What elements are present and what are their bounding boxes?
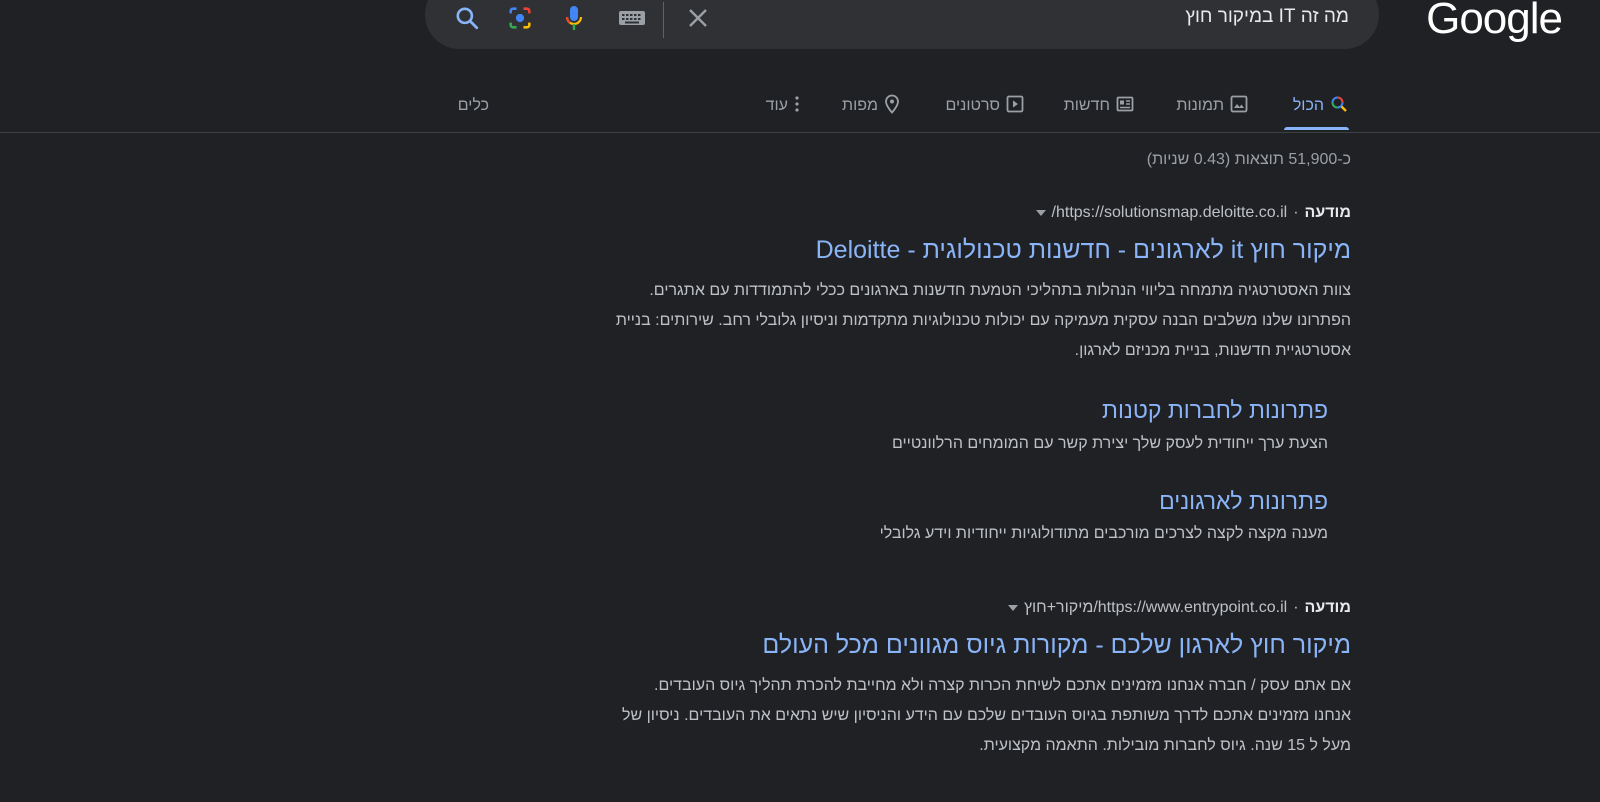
snippet-line: הפתרונו שלנו משלבים הבנה עסקית מעמיקה עם… [615,312,1351,329]
sitelink-2-snippet: מענה מקצה לקצה לצרכים מורכבים מתודולוגיו… [879,525,1328,542]
chevron-down-icon[interactable] [1035,210,1046,216]
result-1-breadcrumb: מודעה · https://solutionsmap.deloitte.co… [1035,204,1351,222]
tab-images[interactable]: תמונות [1176,90,1248,122]
snippet-line: מעל ל 15 שנה. גיוס לחברות מובילות. התאמה… [979,737,1351,754]
search-icon [1330,95,1348,118]
close-icon[interactable] [684,4,712,32]
search-icon[interactable] [453,4,481,32]
search-input[interactable]: מה זה IT במיקור חוץ [1185,6,1349,28]
chevron-down-icon[interactable] [1007,605,1018,611]
tab-label: סרטונים [945,97,1000,114]
snippet-line: אנחנו מזמינים אתכם לדרך משותפת בגיוס העו… [622,707,1351,724]
tab-label: תמונות [1176,97,1224,114]
snippet-line: צוות האסטרטגיה מתמחה בליווי הנהלות בתהלי… [649,282,1351,299]
separator: · [1293,599,1299,616]
snippet-line: אם אתם עסק / חברה אנחנו מזמינים אתכם לשי… [654,677,1351,694]
lens-icon[interactable] [506,4,534,32]
tab-label: הכול [1292,97,1324,114]
google-logo[interactable]: Google [1426,0,1563,44]
search-divider [663,2,664,38]
tab-more[interactable]: עוד [766,90,800,122]
sitelink-1-snippet: הצעת ערך ייחודית לעסק שלך יצירת קשר עם ה… [891,435,1328,452]
tab-label: כלים [457,97,489,114]
tab-label: חדשות [1063,97,1110,114]
result-1-snippet: צוות האסטרטגיה מתמחה בליווי הנהלות בתהלי… [501,276,1351,366]
result-2-title[interactable]: מיקור חוץ לארגון שלכם - מקורות גיוס מגוו… [762,631,1351,660]
ad-label: מודעה [1304,599,1351,616]
tabs-divider [0,132,1600,133]
result-2-breadcrumb: מודעה · https://www.entrypoint.co.il/מיק… [1007,599,1351,617]
news-icon [1116,95,1134,118]
more-vert-icon [794,95,800,118]
active-tab-indicator [1284,127,1349,130]
sitelink-1-title[interactable]: פתרונות לחברות קטנות [1102,397,1328,424]
video-icon [1006,95,1024,118]
result-2-snippet: אם אתם עסק / חברה אנחנו מזמינים אתכם לשי… [501,671,1351,761]
result-1-title[interactable]: מיקור חוץ it לארגונים - חדשנות טכנולוגית… [816,236,1351,265]
keyboard-icon[interactable] [617,4,647,32]
result-stats: כ-51,900 תוצאות (0.43 שניות) [1146,151,1351,168]
map-pin-icon [884,94,900,119]
result-url[interactable]: https://www.entrypoint.co.il/מיקור+חוץ [1024,599,1287,617]
separator: · [1293,204,1299,221]
snippet-line: אסטרטגיית חדשנות, בניית מכניזם לארגון. [1074,342,1351,359]
result-url[interactable]: https://solutionsmap.deloitte.co.il/ [1052,204,1288,222]
mic-icon[interactable] [560,4,588,32]
search-tabs: הכול תמונות חדשות סרטונים מפות עוד כלים [0,86,1600,134]
tab-label: עוד [765,97,788,114]
tab-videos[interactable]: סרטונים [945,90,1024,122]
image-icon [1230,95,1248,118]
tab-news[interactable]: חדשות [1064,90,1134,122]
tab-maps[interactable]: מפות [842,90,900,122]
ad-label: מודעה [1304,204,1351,221]
sitelink-2-title[interactable]: פתרונות לארגונים [1159,488,1328,515]
tab-all[interactable]: הכול [1293,90,1348,122]
search-bar: מה זה IT במיקור חוץ [425,0,1379,49]
tab-label: מפות [842,97,878,114]
tab-tools[interactable]: כלים [458,90,489,122]
